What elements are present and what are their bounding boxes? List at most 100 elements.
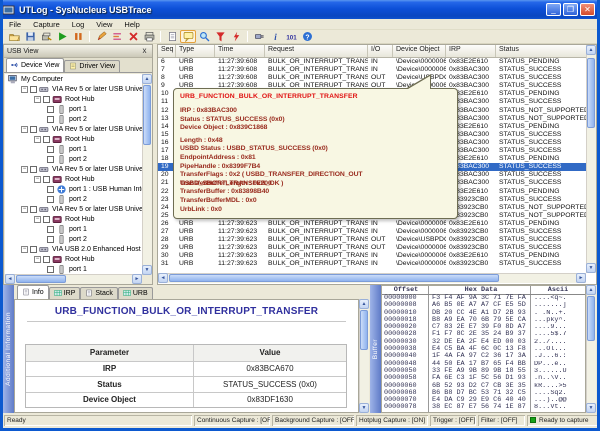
tree-checkbox[interactable]: [47, 146, 54, 153]
column-header-irp[interactable]: IRP: [446, 45, 496, 57]
log-vscroll-thumb[interactable]: [587, 58, 595, 128]
trigger-icon[interactable]: [228, 30, 244, 43]
column-header-io[interactable]: I/O: [368, 45, 393, 57]
log-highlight-icon[interactable]: [109, 30, 125, 43]
print-icon[interactable]: [141, 30, 157, 43]
start-capture-icon[interactable]: [54, 30, 70, 43]
delete-log-icon[interactable]: [125, 30, 141, 43]
tooltip-toggle-icon[interactable]: [180, 30, 196, 43]
tree-expander-icon[interactable]: −: [21, 86, 28, 93]
tree-checkbox[interactable]: [43, 256, 50, 263]
tree-item[interactable]: −VIA Rev 5 or later USB Universal Host C: [5, 124, 144, 134]
tree-checkbox[interactable]: [47, 196, 54, 203]
preview-icon[interactable]: [164, 30, 180, 43]
help-icon[interactable]: ?: [299, 30, 315, 43]
maximize-button[interactable]: ❐: [563, 3, 578, 16]
table-row[interactable]: 27URB11:27:39:623BULK_OR_INTERRUPT_TRANS…: [158, 228, 596, 236]
tree-checkbox[interactable]: [43, 176, 50, 183]
tree-item[interactable]: port 2: [5, 114, 144, 124]
tree-expander-icon[interactable]: −: [34, 96, 41, 103]
tree-checkbox[interactable]: [43, 216, 50, 223]
tree-checkbox[interactable]: [47, 106, 54, 113]
info-icon[interactable]: i: [267, 30, 283, 43]
tree-checkbox[interactable]: [43, 136, 50, 143]
tree-item[interactable]: port 2: [5, 234, 144, 244]
tab-driver-view[interactable]: Driver View: [64, 60, 120, 72]
tab-info[interactable]: Info: [17, 285, 49, 299]
tree-checkbox[interactable]: [30, 166, 37, 173]
log-vscroll-down-icon[interactable]: ▼: [586, 263, 596, 273]
column-header-request[interactable]: Request: [265, 45, 368, 57]
pause-capture-icon[interactable]: [70, 30, 86, 43]
table-row[interactable]: 29URB11:27:39:623BULK_OR_INTERRUPT_TRANS…: [158, 244, 596, 252]
hex-vscroll-down-icon[interactable]: ▼: [586, 403, 596, 413]
table-row[interactable]: 7URB11:27:39:608BULK_OR_INTERRUPT_TRANSF…: [158, 66, 596, 74]
open-file-icon[interactable]: [6, 30, 22, 43]
info-vscroll[interactable]: ▲▼: [359, 299, 369, 413]
hex-vscroll-thumb[interactable]: [587, 296, 595, 341]
tree-item[interactable]: −VIA Rev 5 or later USB Universal Host C: [5, 84, 144, 94]
tree-vscroll-down-icon[interactable]: ▼: [142, 265, 152, 275]
filter-icon[interactable]: [212, 30, 228, 43]
tree-checkbox[interactable]: [47, 266, 54, 273]
hex-row[interactable]: 0000007838 EC 87 E7 56 74 1E 878...Vt..: [382, 404, 585, 411]
tree-hscroll-left-icon[interactable]: ◄: [5, 274, 15, 284]
devices-icon[interactable]: [251, 30, 267, 43]
menu-item-view[interactable]: View: [90, 20, 118, 29]
tab-irp[interactable]: IRP: [49, 287, 81, 299]
raw-data-icon[interactable]: 101: [283, 30, 299, 43]
tree-item[interactable]: port 2: [5, 194, 144, 204]
additional-information-strip[interactable]: Additional Information: [3, 285, 14, 413]
minimize-button[interactable]: _: [546, 3, 561, 16]
tree-checkbox[interactable]: [47, 226, 54, 233]
menu-item-help[interactable]: Help: [118, 20, 145, 29]
column-header-seq[interactable]: Seq: [158, 45, 176, 57]
tree-checkbox[interactable]: [30, 206, 37, 213]
menu-item-file[interactable]: File: [3, 20, 27, 29]
table-row[interactable]: 31URB11:27:39:623BULK_OR_INTERRUPT_TRANS…: [158, 260, 596, 268]
hex-vscroll-up-icon[interactable]: ▲: [586, 285, 596, 295]
tree-item[interactable]: −Root Hub: [5, 214, 144, 224]
tree-vscroll[interactable]: ▲▼: [142, 74, 152, 275]
tree-expander-icon[interactable]: −: [34, 136, 41, 143]
tree-item[interactable]: −Root Hub: [5, 254, 144, 264]
log-hscroll-right-icon[interactable]: ►: [576, 273, 586, 283]
save-icon[interactable]: [22, 30, 38, 43]
tree-item[interactable]: port 1: [5, 264, 144, 274]
table-row[interactable]: 30URB11:27:39:623BULK_OR_INTERRUPT_TRANS…: [158, 252, 596, 260]
export-capture-icon[interactable]: [38, 30, 54, 43]
log-vscroll-up-icon[interactable]: ▲: [586, 45, 596, 55]
tree-checkbox[interactable]: [30, 126, 37, 133]
menu-item-capture[interactable]: Capture: [27, 20, 66, 29]
table-row[interactable]: 26URB11:27:39:623BULK_OR_INTERRUPT_TRANS…: [158, 220, 596, 228]
tree-hscroll-thumb[interactable]: [16, 275, 66, 283]
tree-item[interactable]: port 1: [5, 224, 144, 234]
tree-checkbox[interactable]: [47, 236, 54, 243]
tab-device-view[interactable]: Device View: [6, 58, 64, 72]
tab-urb[interactable]: URB: [118, 287, 153, 299]
log-hscroll[interactable]: ◄►: [158, 273, 586, 283]
info-vscroll-thumb[interactable]: [360, 310, 368, 350]
tree-item[interactable]: port 1: [5, 144, 144, 154]
column-header-time[interactable]: Time: [215, 45, 265, 57]
tree-item[interactable]: −Root Hub: [5, 134, 144, 144]
tree-item[interactable]: −Root Hub: [5, 174, 144, 184]
tree-item[interactable]: port 1: [5, 104, 144, 114]
column-header-deviceobject[interactable]: Device Object: [393, 45, 446, 57]
buffer-strip[interactable]: Buffer: [370, 285, 381, 413]
tab-stack[interactable]: Stack: [80, 287, 118, 299]
tree-expander-icon[interactable]: −: [21, 166, 28, 173]
tree-item[interactable]: −VIA USB 2.0 Enhanced Host Controller: [5, 244, 144, 254]
info-vscroll-down-icon[interactable]: ▼: [359, 403, 369, 413]
tree-hscroll-right-icon[interactable]: ►: [132, 274, 142, 284]
tree-item[interactable]: port 1 : USB Human Interface D: [5, 184, 144, 194]
edit-log-icon[interactable]: [93, 30, 109, 43]
tree-checkbox[interactable]: [47, 156, 54, 163]
tree-checkbox[interactable]: [47, 116, 54, 123]
tree-item[interactable]: My Computer: [5, 74, 144, 84]
tree-item[interactable]: port 2: [5, 154, 144, 164]
log-hscroll-thumb[interactable]: [169, 274, 499, 282]
table-row[interactable]: 28URB11:27:39:623BULK_OR_INTERRUPT_TRANS…: [158, 236, 596, 244]
tree-checkbox[interactable]: [47, 186, 54, 193]
tree-vscroll-thumb[interactable]: [143, 85, 151, 145]
